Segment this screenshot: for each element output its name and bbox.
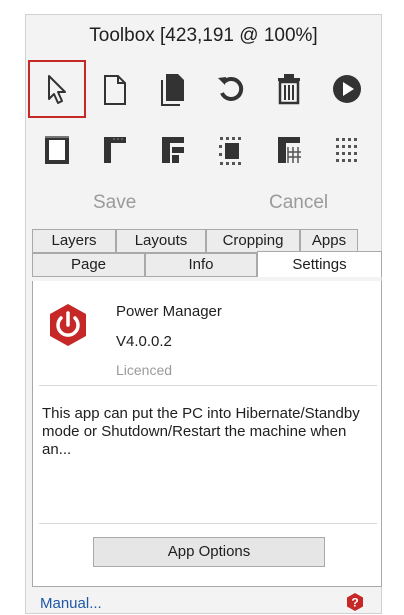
toolbox-panel: Toolbox [423,191 @ 100%] Save Cancel Lay…	[25, 14, 382, 614]
play-button[interactable]	[318, 60, 376, 118]
delete-icon	[278, 74, 300, 105]
undo-icon	[218, 76, 244, 101]
page-frame-icon	[45, 136, 69, 164]
tab-layers[interactable]: Layers	[32, 229, 116, 253]
tab-row-bottom: Page Info Settings	[32, 251, 382, 277]
pointer-tool-button[interactable]	[28, 60, 86, 118]
app-version: V4.0.0.2	[116, 333, 172, 350]
settings-content: Power Manager V4.0.0.2 Licenced This app…	[32, 281, 382, 587]
tab-page[interactable]: Page	[32, 253, 145, 277]
center-block-icon	[219, 137, 241, 165]
tab-layouts[interactable]: Layouts	[116, 229, 206, 253]
dot-grid-button[interactable]	[318, 121, 376, 179]
save-button[interactable]: Save	[93, 192, 136, 214]
toolbox-title: Toolbox [423,191 @ 100%]	[89, 25, 318, 46]
new-page-button[interactable]	[86, 60, 144, 118]
tab-row-top: Layers Layouts Cropping Apps	[32, 229, 358, 253]
grid-layout-button[interactable]	[260, 121, 318, 179]
tab-info[interactable]: Info	[145, 253, 257, 277]
page-frame-button[interactable]	[28, 121, 86, 179]
app-options-button[interactable]: App Options	[93, 537, 325, 567]
svg-text:?: ?	[351, 596, 358, 610]
copy-page-icon	[161, 74, 184, 106]
tab-cropping[interactable]: Cropping	[206, 229, 300, 253]
tab-apps[interactable]: Apps	[300, 229, 358, 253]
delete-button[interactable]	[260, 60, 318, 118]
app-description: This app can put the PC into Hibernate/S…	[42, 405, 360, 458]
corner-edge-icon	[104, 137, 126, 163]
play-icon	[333, 75, 361, 103]
corner-edge-button[interactable]	[86, 121, 144, 179]
split-layout-icon	[162, 137, 184, 163]
tab-settings[interactable]: Settings	[257, 251, 382, 277]
divider	[39, 385, 377, 386]
power-app-icon	[50, 304, 86, 346]
footer: Manual... ?	[32, 587, 382, 614]
divider	[39, 523, 377, 524]
app-license: Licenced	[116, 362, 173, 378]
cancel-button[interactable]: Cancel	[269, 192, 328, 214]
grid-layout-icon	[278, 137, 301, 163]
app-name: Power Manager	[116, 303, 222, 320]
pointer-icon	[48, 75, 66, 104]
help-icon[interactable]: ?	[346, 593, 364, 611]
manual-link[interactable]: Manual...	[40, 595, 102, 612]
undo-button[interactable]	[202, 60, 260, 118]
new-page-icon	[104, 75, 126, 105]
copy-page-button[interactable]	[144, 60, 202, 118]
dot-grid-icon	[336, 138, 357, 162]
center-block-button[interactable]	[202, 121, 260, 179]
split-layout-button[interactable]	[144, 121, 202, 179]
